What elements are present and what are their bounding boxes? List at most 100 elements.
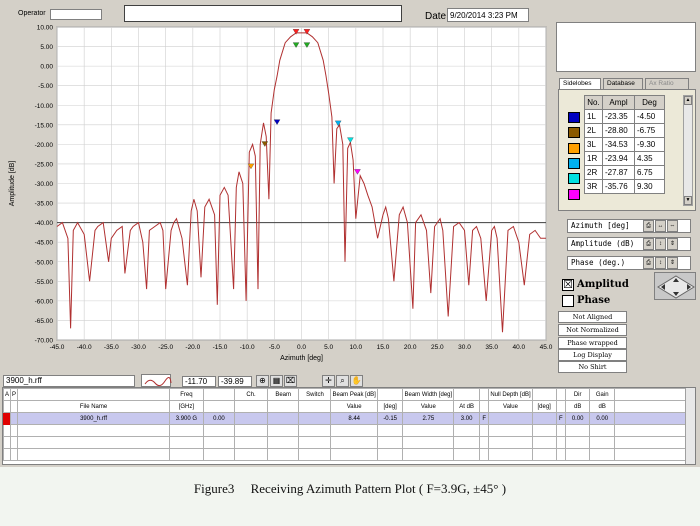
table-cell bbox=[402, 424, 455, 437]
table-cell bbox=[376, 436, 404, 449]
x-tick-label: 15.0 bbox=[377, 344, 390, 351]
scale-y-icon[interactable]: ⇕ bbox=[667, 257, 678, 269]
zoom-icon[interactable]: ⌕ bbox=[336, 375, 349, 387]
table-cell bbox=[17, 424, 171, 437]
table-cell bbox=[266, 448, 300, 461]
table-cell bbox=[298, 448, 332, 461]
table-cell: 3.00 bbox=[453, 412, 481, 425]
tab-sidelobes[interactable]: Sidelobes bbox=[559, 78, 601, 89]
title-field[interactable] bbox=[124, 5, 402, 22]
sidelobe-row[interactable]: 2L -28.80 -6.75 bbox=[584, 123, 665, 138]
table-cell bbox=[202, 436, 236, 449]
phase-axis-label: Phase (deg.) bbox=[571, 258, 626, 267]
grid-icon[interactable]: ▦ bbox=[270, 375, 283, 387]
table-cell bbox=[589, 448, 616, 461]
azimuth-pattern-chart[interactable]: -45.0 -40.0 -35.0 -30.0 -25.0 -20.0 -15.0 -10.0… bbox=[0, 22, 556, 372]
print-icon[interactable]: ⎙ bbox=[643, 257, 654, 269]
scroll-up-icon[interactable]: ▲ bbox=[684, 96, 692, 105]
sidelobe-row[interactable]: 3L -34.53 -9.30 bbox=[584, 137, 665, 152]
scale-y-icon[interactable]: ⇕ bbox=[667, 238, 678, 250]
sidelobe-color-swatch[interactable] bbox=[568, 173, 580, 185]
phase-axis-control[interactable]: Phase (deg.) ⎙ ↕ ⇕ bbox=[567, 256, 691, 270]
crosshair-icon[interactable]: ⊕ bbox=[256, 375, 269, 387]
table-subheader-cell: [deg] bbox=[531, 400, 557, 413]
scale-x-icon[interactable]: ⇔ bbox=[667, 220, 678, 232]
move-arrows-icon bbox=[657, 275, 695, 299]
phase-checkbox[interactable] bbox=[562, 295, 574, 307]
sidelobe-row[interactable]: 3R -35.76 9.30 bbox=[584, 179, 665, 194]
print-icon[interactable]: ⎙ bbox=[643, 238, 654, 250]
sidelobe-row[interactable]: 2R -27.87 6.75 bbox=[584, 165, 665, 180]
sidelobe-color-swatch[interactable] bbox=[568, 142, 580, 154]
zoom-y-icon[interactable]: ↕ bbox=[655, 238, 666, 250]
zoom-y-icon[interactable]: ↕ bbox=[655, 257, 666, 269]
cursor-icon[interactable]: ✛ bbox=[322, 375, 335, 387]
table-cell bbox=[453, 448, 481, 461]
print-icon[interactable]: ⎙ bbox=[643, 220, 654, 232]
table-header-cell: A bbox=[3, 388, 12, 401]
table-cell bbox=[330, 436, 378, 449]
table-scrollbar[interactable] bbox=[685, 388, 695, 464]
sidelobe-deg: 9.30 bbox=[634, 179, 665, 194]
notes-box[interactable] bbox=[556, 22, 696, 72]
col-ampl: Ampl bbox=[602, 95, 635, 110]
phase-checkbox-label: Phase bbox=[577, 295, 611, 306]
table-header-cell: Beam Width [deg] bbox=[402, 388, 455, 401]
date-field[interactable]: 9/20/2014 3:23 PM bbox=[447, 8, 529, 22]
table-row-empty[interactable] bbox=[3, 424, 695, 437]
sidelobe-color-swatch[interactable] bbox=[568, 188, 580, 200]
navigation-pad[interactable] bbox=[654, 272, 696, 300]
table-subheader-cell: At dB bbox=[453, 400, 481, 413]
table-row-empty[interactable] bbox=[3, 436, 695, 449]
table-cell bbox=[488, 436, 533, 449]
table-subheader-cell: dB bbox=[564, 400, 591, 413]
delete-icon[interactable]: ⌧ bbox=[284, 375, 297, 387]
table-row[interactable]: 3900_h.rff 3.900 G 0.00 8.44 -0.15 2.75 3.00 F F… bbox=[3, 412, 695, 425]
zoom-x-icon[interactable]: ↔ bbox=[655, 220, 666, 232]
sidelobe-row[interactable]: 1L -23.35 -4.50 bbox=[584, 109, 665, 124]
sidelobes-scrollbar[interactable]: ▲ ▼ bbox=[683, 95, 693, 206]
pan-icon[interactable]: ✋ bbox=[350, 375, 363, 387]
amplitude-checkbox[interactable]: ☒ bbox=[562, 279, 574, 291]
operator-label: Operator bbox=[18, 10, 46, 17]
amplitude-checkbox-label: Amplitud bbox=[577, 279, 629, 290]
table-cell bbox=[531, 424, 557, 437]
azimuth-axis-control[interactable]: Azimuth [deg] ⎙ ↔ ⇔ bbox=[567, 219, 691, 233]
operator-field[interactable] bbox=[50, 9, 102, 20]
sidelobe-deg: -6.75 bbox=[634, 123, 665, 138]
table-header-cell: P bbox=[10, 388, 19, 401]
row-selector-marker[interactable] bbox=[3, 413, 10, 425]
table-header-cell bbox=[17, 388, 171, 401]
phase-wrapped-button[interactable]: Phase wrapped bbox=[558, 337, 627, 349]
x-tick-label: 0.0 bbox=[297, 344, 306, 351]
sidelobe-color-swatch[interactable] bbox=[568, 157, 580, 169]
table-subheader-cell bbox=[234, 400, 268, 413]
scroll-down-icon[interactable]: ▼ bbox=[684, 196, 692, 205]
not-aligned-button[interactable]: Not Aligned bbox=[558, 311, 627, 323]
x-tick-label: 20.0 bbox=[404, 344, 417, 351]
table-subheader-cell bbox=[555, 400, 566, 413]
cursor-x-value[interactable]: -11.70 bbox=[182, 376, 216, 387]
sidelobe-row[interactable]: 1R -23.94 4.35 bbox=[584, 151, 665, 166]
table-cell bbox=[531, 448, 557, 461]
table-cell: 8.44 bbox=[330, 412, 378, 425]
no-shift-button[interactable]: No Shirt bbox=[558, 361, 627, 373]
cursor-y-value[interactable]: -39.89 bbox=[218, 376, 252, 387]
sidelobe-color-swatch[interactable] bbox=[568, 127, 580, 139]
log-display-button[interactable]: Log Display bbox=[558, 349, 627, 361]
table-cell bbox=[266, 436, 300, 449]
table-row-empty[interactable] bbox=[3, 448, 695, 461]
table-cell bbox=[453, 436, 481, 449]
tab-database[interactable]: Database bbox=[603, 78, 643, 89]
table-cell bbox=[479, 436, 490, 449]
x-tick-label: -20.0 bbox=[185, 344, 200, 351]
amplitude-axis-control[interactable]: Amplitude (dB) ⎙ ↕ ⇕ bbox=[567, 237, 691, 251]
tab-ax-ratio[interactable]: Ax Ratio bbox=[645, 78, 689, 89]
not-normalized-button[interactable]: Not Normalized bbox=[558, 324, 627, 336]
sidelobe-color-swatch[interactable] bbox=[568, 112, 580, 123]
waveform-icon[interactable] bbox=[141, 374, 172, 387]
file-name-field[interactable]: 3900_h.rff bbox=[3, 375, 135, 387]
table-header-cell: Gain bbox=[589, 388, 616, 401]
sidelobe-no: 2L bbox=[584, 123, 603, 138]
sidelobe-ampl: -35.76 bbox=[602, 179, 635, 194]
